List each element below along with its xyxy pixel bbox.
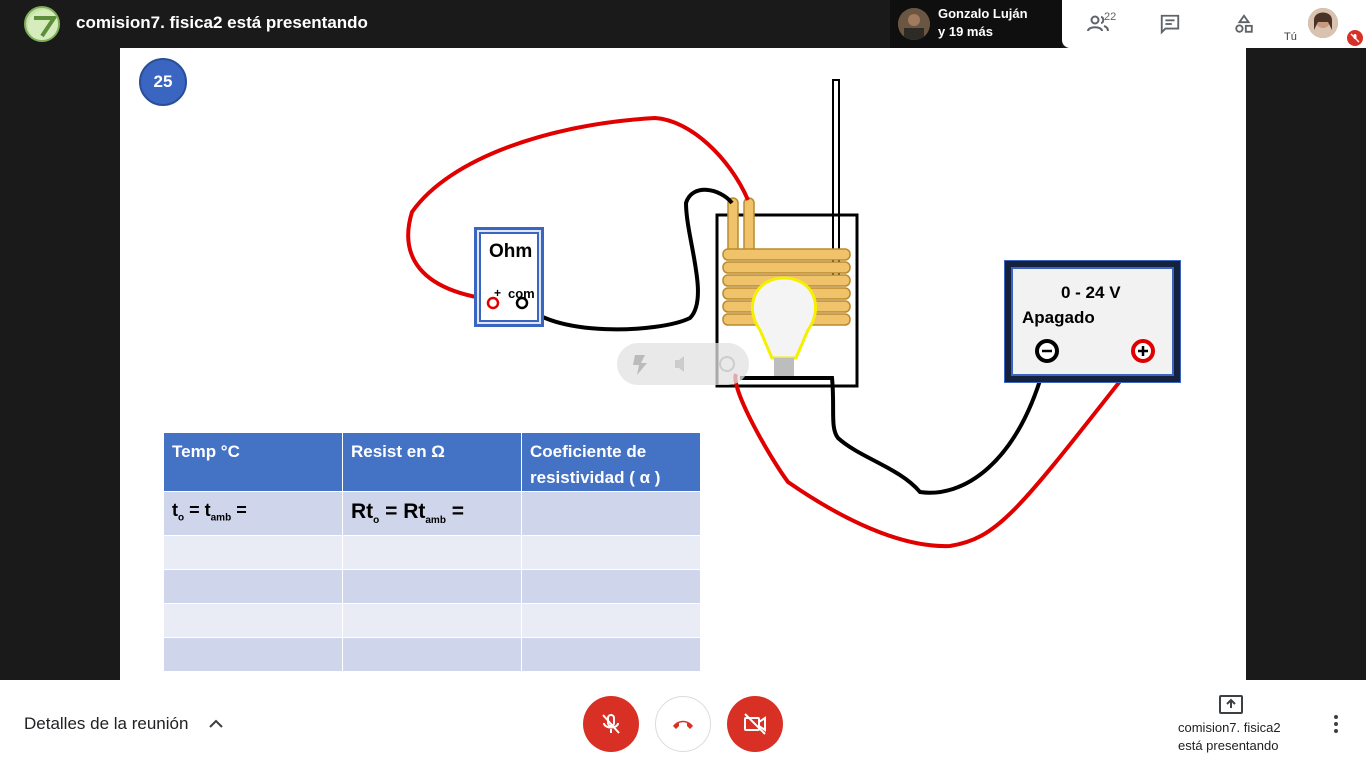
table-cell — [521, 569, 701, 604]
presenter-avatar — [24, 6, 60, 42]
cell-coef — [521, 491, 701, 536]
meet-window: comision7. fisica2 está presentando Gonz… — [0, 0, 1366, 768]
chat-icon — [1160, 14, 1180, 35]
presenter-title: comision7. fisica2 está presentando — [76, 13, 368, 32]
participant-more: y 19 más — [938, 24, 993, 39]
mic-off-icon — [602, 714, 620, 734]
present-icon[interactable] — [1218, 694, 1244, 716]
table-cell — [163, 535, 343, 570]
table-cell — [521, 603, 701, 638]
ghost-controls-overlay — [617, 343, 749, 385]
chevron-up-icon[interactable] — [208, 716, 224, 732]
data-table: Temp °C Resist en Ω Coeficiente de resis… — [163, 432, 701, 672]
participant-name: Gonzalo Luján — [938, 6, 1028, 21]
chat-button[interactable] — [1146, 6, 1194, 42]
table-cell — [342, 535, 522, 570]
self-avatar — [1308, 8, 1338, 38]
table-row — [163, 603, 701, 638]
header-resist: Resist en Ω — [342, 432, 522, 492]
resist-formula: Rto = Rtamb = — [351, 500, 465, 527]
people-button[interactable]: 22 — [1074, 6, 1122, 42]
table-row — [163, 535, 701, 570]
mic-toggle-button[interactable] — [583, 696, 639, 752]
table-cell — [521, 637, 701, 672]
table-row — [163, 637, 701, 672]
top-bar: comision7. fisica2 está presentando Gonz… — [0, 0, 1366, 48]
presenting-status: está presentando — [1178, 738, 1279, 753]
table-cell — [163, 569, 343, 604]
bottom-bar: Detalles de la reunión comision7. fisica… — [0, 680, 1366, 768]
presentation-slide: 25 Ohm + com 0 - 24 V Apagado Temp °C Re… — [120, 48, 1246, 680]
table-cell — [521, 535, 701, 570]
activities-icon — [1235, 14, 1253, 33]
table-cell — [342, 637, 522, 672]
table-cell — [163, 637, 343, 672]
header-temp: Temp °C — [163, 432, 343, 492]
presenting-name: comision7. fisica2 — [1178, 720, 1281, 735]
participants-chip[interactable]: Gonzalo Luján y 19 más — [890, 0, 1062, 48]
table-cell — [342, 603, 522, 638]
camera-off-icon — [744, 713, 766, 735]
top-controls: 22 Tú — [1062, 0, 1366, 48]
table-row — [163, 569, 701, 604]
hang-up-icon — [673, 720, 693, 729]
activities-button[interactable] — [1220, 6, 1268, 42]
self-label: Tú — [1284, 31, 1297, 43]
leave-call-button[interactable] — [655, 696, 711, 752]
self-muted-indicator — [1347, 30, 1363, 46]
more-vert-icon — [1334, 715, 1338, 733]
participant-avatar — [898, 8, 930, 40]
cell-temp-formula: to = tamb = — [163, 491, 343, 536]
participants-count: 22 — [1104, 11, 1117, 23]
table-cell — [342, 569, 522, 604]
header-coef: Coeficiente de resistividad ( α ) — [521, 432, 701, 492]
more-options-button[interactable] — [1322, 710, 1350, 738]
temp-formula: to = tamb = — [172, 500, 247, 524]
camera-toggle-button[interactable] — [727, 696, 783, 752]
mic-off-icon — [1350, 33, 1360, 43]
table-row: to = tamb = Rto = Rtamb = — [163, 491, 701, 536]
table-header-row: Temp °C Resist en Ω Coeficiente de resis… — [163, 432, 701, 492]
meeting-details-button[interactable]: Detalles de la reunión — [24, 714, 188, 734]
table-cell — [163, 603, 343, 638]
cell-resist-formula: Rto = Rtamb = — [342, 491, 522, 536]
